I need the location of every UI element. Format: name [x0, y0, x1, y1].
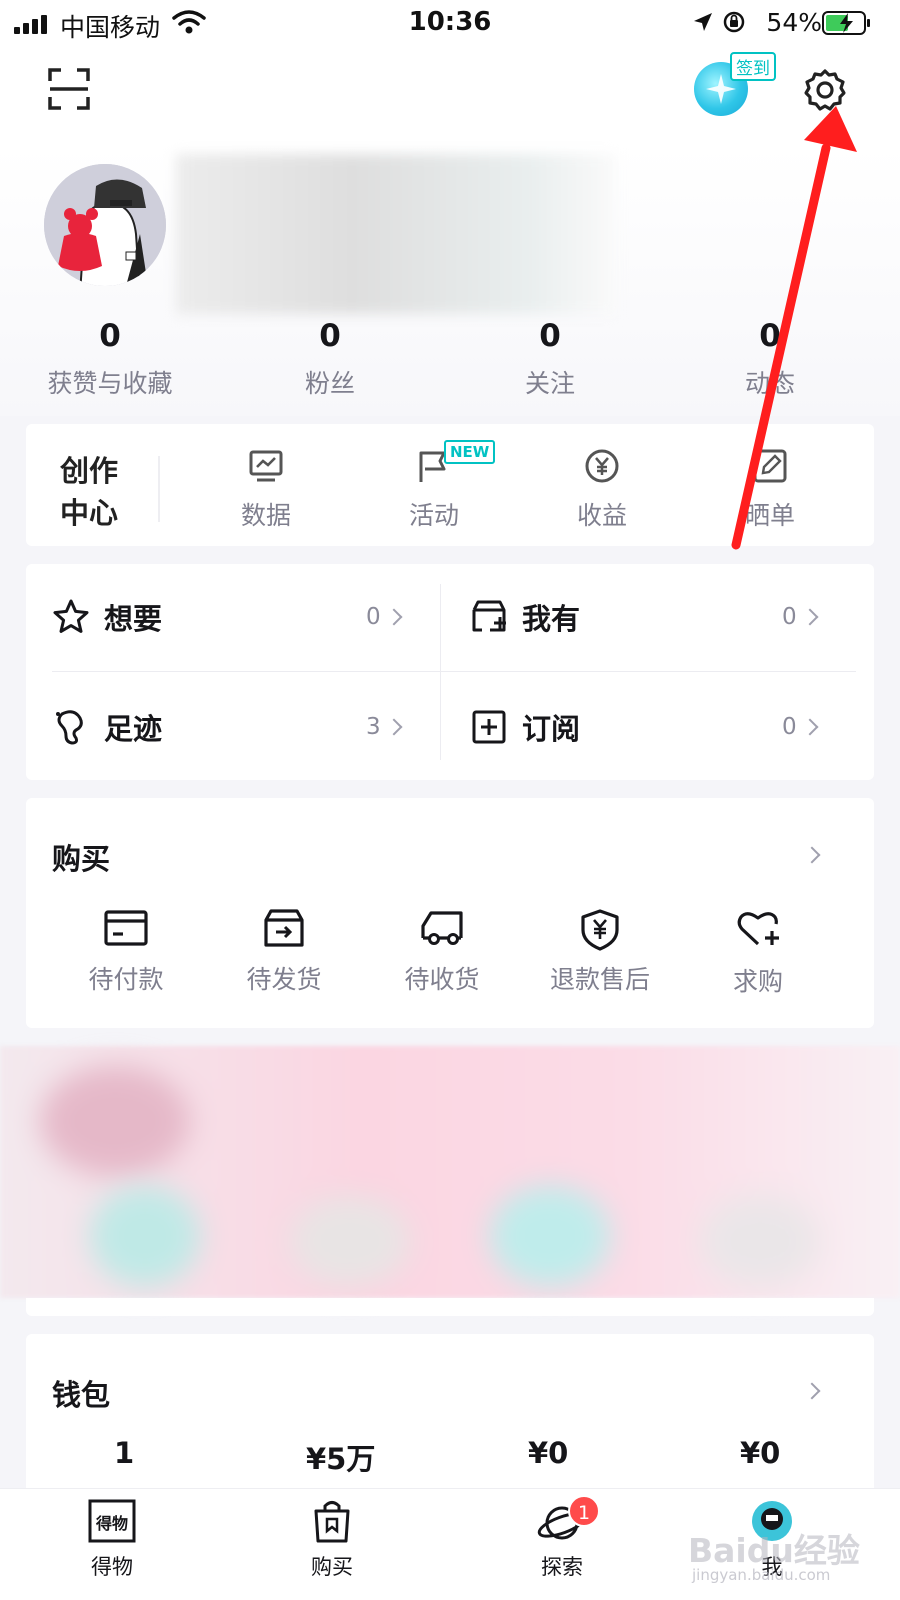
chevron-right-icon[interactable]	[803, 1382, 821, 1400]
tab-label: 购买	[311, 1555, 353, 1579]
baidu-watermark: Baidu经验	[688, 1531, 860, 1570]
yen-shield-icon	[581, 909, 619, 951]
chevron-right-icon[interactable]	[803, 846, 821, 864]
box-add-icon	[472, 600, 506, 632]
collection-count: 0	[782, 714, 797, 740]
purchase-card: 购买 待付款 待发货 待收货 退款售后 求购	[26, 798, 874, 1028]
box-arrow-icon	[264, 909, 304, 947]
purchase-item-label: 待发货	[246, 965, 322, 994]
blur-blob	[90, 1186, 200, 1286]
collection-want[interactable]: 想要	[52, 596, 162, 638]
collection-subscriptions[interactable]: 订阅	[470, 706, 580, 748]
collection-count: 0	[782, 604, 797, 630]
wallet-value[interactable]: ¥0	[528, 1436, 568, 1470]
collection-label: 足迹	[104, 712, 163, 746]
tab-dewu[interactable]: 得物 得物	[52, 1497, 172, 1581]
blur-blob	[40, 1066, 190, 1176]
divider	[52, 671, 856, 672]
tab-explore[interactable]: 探索 1	[502, 1495, 622, 1581]
purchase-item-label: 求购	[732, 967, 783, 996]
star-icon	[53, 599, 89, 633]
purchase-pending-receipt[interactable]: 待收货	[372, 908, 512, 996]
purchase-title[interactable]: 购买	[52, 836, 110, 878]
chevron-right-icon	[385, 718, 403, 736]
chevron-right-icon	[801, 608, 819, 626]
blurred-promo-banner[interactable]	[0, 1046, 900, 1298]
promo-card-bottom	[26, 1298, 874, 1316]
wallet-value[interactable]: 1	[114, 1436, 134, 1470]
truck-icon	[421, 911, 463, 945]
baidu-watermark-url: jingyan.baidu.com	[692, 1566, 831, 1584]
collection-label: 订阅	[522, 712, 581, 746]
tab-label: 探索	[541, 1555, 583, 1579]
card-icon	[104, 910, 148, 946]
purchase-refund[interactable]: 退款售后	[530, 908, 670, 996]
annotation-arrow	[731, 106, 857, 550]
purchase-pending-shipment[interactable]: 待发货	[214, 908, 354, 996]
tab-buy[interactable]: 购买	[272, 1497, 392, 1581]
footprint-icon	[56, 710, 83, 745]
wallet-value[interactable]: ¥0	[740, 1436, 780, 1470]
purchase-item-label: 退款售后	[549, 965, 650, 994]
purchase-pending-payment[interactable]: 待付款	[56, 908, 196, 996]
plus-square-icon	[472, 710, 506, 744]
purchase-item-label: 待付款	[88, 965, 164, 994]
tab-label: 得物	[91, 1555, 133, 1579]
dewu-logo-icon: 得物	[88, 1499, 136, 1543]
collection-label: 我有	[522, 602, 581, 636]
purchase-item-label: 待收货	[404, 965, 480, 994]
svg-text:得物: 得物	[95, 1514, 128, 1533]
purchase-wanted[interactable]: 求购	[688, 908, 828, 998]
notification-badge: 1	[568, 1495, 600, 1527]
wallet-value[interactable]: ¥5万	[306, 1436, 375, 1478]
chevron-right-icon	[801, 718, 819, 736]
wallet-card: 钱包	[26, 1334, 874, 1494]
collection-count: 3	[366, 714, 381, 740]
blur-blob	[490, 1186, 610, 1286]
blur-blob	[290, 1196, 410, 1286]
chevron-right-icon	[385, 608, 403, 626]
heart-plus-icon	[737, 912, 779, 946]
collection-label: 想要	[104, 602, 163, 636]
wallet-title[interactable]: 钱包	[52, 1372, 110, 1414]
blur-blob	[700, 1196, 820, 1286]
collection-history[interactable]: 足迹	[52, 706, 162, 748]
collection-owned[interactable]: 我有	[470, 596, 580, 638]
shopping-bag-icon	[314, 1501, 350, 1543]
collection-count: 0	[366, 604, 381, 630]
divider	[440, 584, 441, 760]
